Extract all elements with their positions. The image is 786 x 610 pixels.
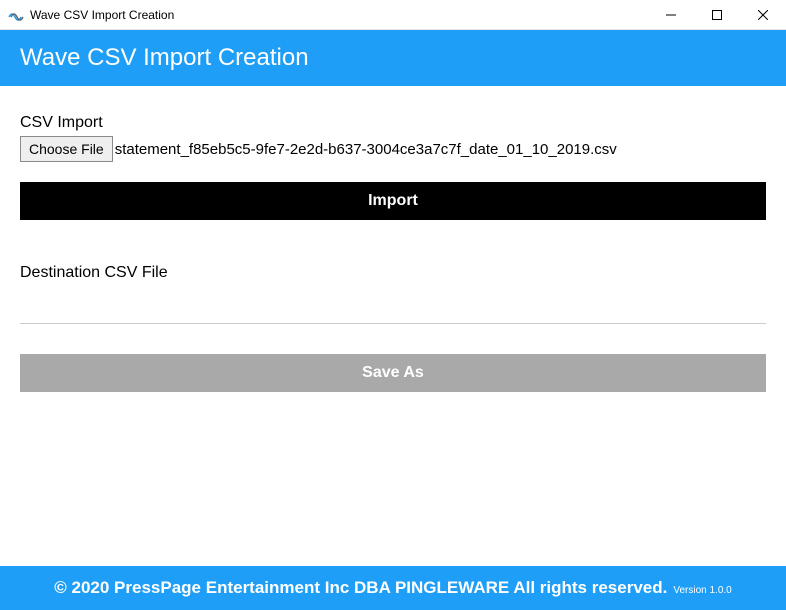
csv-import-label: CSV Import — [20, 114, 766, 132]
close-button[interactable] — [740, 0, 786, 29]
window-titlebar: Wave CSV Import Creation — [0, 0, 786, 30]
destination-input[interactable] — [20, 286, 766, 324]
window-controls — [648, 0, 786, 29]
selected-filename: statement_f85eb5c5-9fe7-2e2d-b637-3004ce… — [115, 141, 617, 158]
window-title: Wave CSV Import Creation — [30, 8, 174, 22]
app-icon — [8, 7, 24, 23]
save-as-button[interactable]: Save As — [20, 354, 766, 392]
file-input-row: Choose File statement_f85eb5c5-9fe7-2e2d… — [20, 136, 766, 162]
footer-copyright: © 2020 PressPage Entertainment Inc DBA P… — [54, 578, 667, 598]
import-button[interactable]: Import — [20, 182, 766, 220]
choose-file-button[interactable]: Choose File — [20, 136, 113, 162]
main-content: CSV Import Choose File statement_f85eb5c… — [0, 86, 786, 392]
footer: © 2020 PressPage Entertainment Inc DBA P… — [0, 566, 786, 610]
page-title: Wave CSV Import Creation — [20, 44, 309, 71]
maximize-button[interactable] — [694, 0, 740, 29]
footer-version: Version 1.0.0 — [673, 585, 731, 596]
minimize-button[interactable] — [648, 0, 694, 29]
titlebar-left: Wave CSV Import Creation — [8, 7, 174, 23]
page-header: Wave CSV Import Creation — [0, 30, 786, 86]
destination-label: Destination CSV File — [20, 264, 766, 282]
